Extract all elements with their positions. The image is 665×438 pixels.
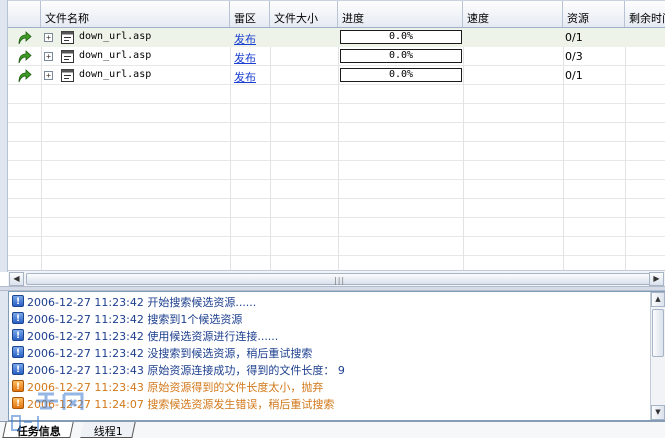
sources-cell: 0/3 [565,50,583,63]
log-text: 2006-12-27 11:23:43 原始资源连接成功，得到的文件长度： 9 [27,364,345,377]
info-icon: ! [12,346,24,358]
log-text: 2006-12-27 11:23:42 没搜索到候选资源，稍后重试搜索 [27,347,313,360]
filename: down_url.asp [79,50,152,61]
info-icon: ! [12,295,24,307]
header-filename[interactable]: 文件名称 [41,1,230,27]
publish-link[interactable]: 发布 [234,66,256,85]
left-panel-edge [0,291,8,421]
horizontal-scrollbar[interactable]: ◀ ||| ▶ [8,270,665,286]
header-remaining[interactable]: 剩余时间 [625,1,665,27]
info-icon: ! [12,329,24,341]
table-row[interactable]: + down_url.asp 发布 0.0% 0/1 [8,28,665,47]
progress-bar: 0.0% [340,30,462,44]
scroll-thumb[interactable]: ||| [26,273,656,285]
expand-icon[interactable]: + [44,71,53,80]
task-log-panel: ! 2006-12-27 11:23:42 开始搜索候选资源...... ! 2… [8,291,665,421]
download-task-table: 文件名称 雷区 文件大小 进度 速度 资源 剩余时间 + down_url.as… [8,0,665,270]
tab-label: 线程1 [93,425,123,438]
expand-icon[interactable]: + [44,33,53,42]
sources-cell: 0/1 [565,69,583,82]
progress-bar: 0.0% [340,68,462,82]
bottom-tab-bar: 任务信息 线程1 [0,421,665,438]
log-text: 2006-12-27 11:23:43 原始资源得到的文件长度太小，抛弃 [27,381,324,394]
log-text: 2006-12-27 11:23:42 开始搜索候选资源...... [27,296,257,309]
header-speed[interactable]: 速度 [463,1,563,27]
warning-icon: ! [12,397,24,409]
publish-link[interactable]: 发布 [234,28,256,47]
tab-thread-1[interactable]: 线程1 [80,422,136,438]
resume-arrow-icon [18,50,32,64]
scroll-thumb[interactable] [652,309,664,357]
scroll-left-button[interactable]: ◀ [9,272,24,286]
header-filesize[interactable]: 文件大小 [270,1,338,27]
resume-arrow-icon [18,69,32,83]
vertical-scrollbar[interactable]: ▲ ▼ [650,292,665,420]
header-status[interactable] [8,1,41,27]
table-header: 文件名称 雷区 文件大小 进度 速度 资源 剩余时间 [8,0,665,28]
log-text: 2006-12-27 11:23:42 使用候选资源进行连接...... [27,330,279,343]
header-progress[interactable]: 进度 [338,1,463,27]
filename: down_url.asp [79,31,152,42]
scroll-down-button[interactable]: ▼ [651,405,665,420]
filename: down_url.asp [79,69,152,80]
table-row[interactable]: + down_url.asp 发布 0.0% 0/3 [8,47,665,66]
info-icon: ! [12,363,24,375]
file-icon [61,69,74,82]
file-icon [61,31,74,44]
header-zone[interactable]: 雷区 [230,1,270,27]
table-row[interactable]: + down_url.asp 发布 0.0% 0/1 [8,66,665,85]
tab-task-info[interactable]: 任务信息 [2,422,74,438]
log-text: 2006-12-27 11:24:07 搜索候选资源发生错误，稍后重试搜索 [27,398,335,411]
info-icon: ! [12,312,24,324]
header-sources[interactable]: 资源 [563,1,625,27]
scroll-grip: ||| [334,276,346,285]
sources-cell: 0/1 [565,31,583,44]
scroll-up-button[interactable]: ▲ [651,292,665,307]
tab-label: 任务信息 [16,425,61,438]
publish-link[interactable]: 发布 [234,47,256,66]
log-text: 2006-12-27 11:23:42 搜索到1个候选资源 [27,313,243,326]
file-icon [61,50,74,63]
left-panel-edge [0,0,8,272]
resume-arrow-icon [18,31,32,45]
warning-icon: ! [12,380,24,392]
scroll-right-button[interactable]: ▶ [649,272,664,286]
expand-icon[interactable]: + [44,52,53,61]
progress-bar: 0.0% [340,49,462,63]
